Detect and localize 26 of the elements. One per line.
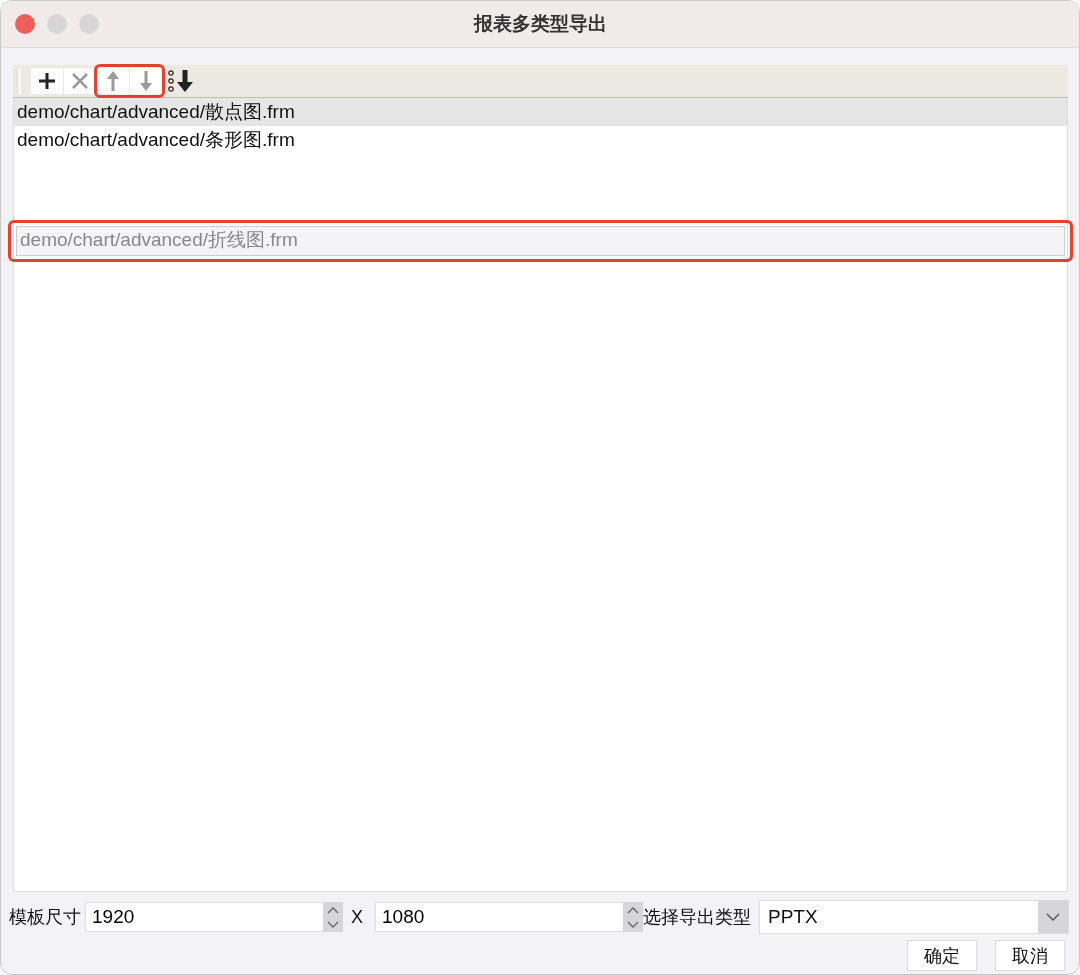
list-item[interactable]: demo/chart/advanced/条形图.frm xyxy=(14,126,1067,154)
add-button[interactable] xyxy=(31,68,63,94)
chevron-up-icon xyxy=(327,905,339,914)
close-icon xyxy=(70,71,90,91)
size-label: 模板尺寸 xyxy=(9,906,81,929)
separator-label: X xyxy=(351,906,363,928)
chevron-down-icon xyxy=(327,920,339,929)
dots-arrow-icon xyxy=(167,69,195,93)
plus-icon xyxy=(37,71,57,91)
close-window-button[interactable] xyxy=(15,14,35,34)
chevron-down-icon xyxy=(1046,913,1060,921)
width-field[interactable]: 1920 xyxy=(85,902,323,932)
height-field[interactable]: 1080 xyxy=(375,902,623,932)
chevron-down-icon xyxy=(627,920,639,929)
window-title: 报表多类型导出 xyxy=(473,12,607,36)
dropdown-value: PPTX xyxy=(767,905,819,929)
export-type-label: 选择导出类型 xyxy=(643,906,751,929)
dialog-button[interactable]: 确定 xyxy=(907,940,977,971)
dialog-button[interactable]: 取消 xyxy=(995,940,1065,971)
up-arrow-icon xyxy=(106,70,120,92)
export-type-dropdown[interactable]: PPTX xyxy=(759,900,1069,934)
list-item[interactable]: demo/chart/advanced/散点图.frm xyxy=(14,98,1067,126)
spinner-button[interactable] xyxy=(323,902,343,932)
spinner-button[interactable] xyxy=(623,902,643,932)
down-arrow-icon xyxy=(139,70,153,92)
chevron-up-icon xyxy=(627,905,639,914)
